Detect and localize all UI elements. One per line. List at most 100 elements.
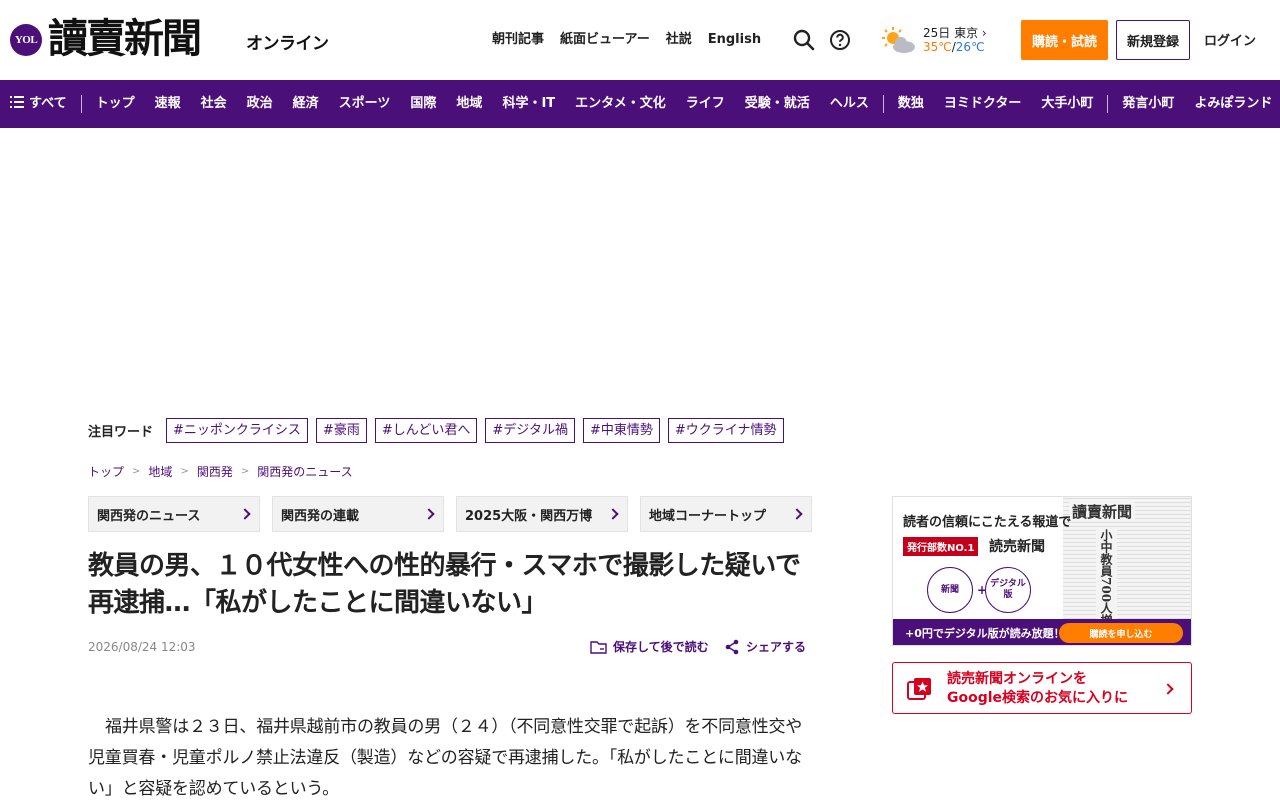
google-favorite-banner[interactable]: 読売新聞オンラインを Google検索のお気に入りに — [892, 662, 1192, 714]
main-nav: すべて トップ 速報 社会 政治 経済 スポーツ 国際 地域 科学・IT エンタ… — [0, 80, 1280, 128]
save-label: 保存して後で読む — [613, 640, 709, 654]
chevron-right-icon — [607, 508, 619, 520]
tag-link[interactable]: #デジタル禍 — [485, 417, 575, 443]
section-tab-expo[interactable]: 2025大阪・関西万博 — [456, 496, 628, 532]
section-tab-label: 関西発のニュース — [97, 508, 201, 524]
tag-link[interactable]: #中東情勢 — [582, 417, 660, 443]
nav-hatsugen-komachi[interactable]: 発言小町 — [1122, 80, 1174, 128]
article-title: 教員の男、１０代女性への性的暴行・スマホで撮影した疑いで再逮捕…「私がしたことに… — [88, 551, 801, 618]
nav-economy[interactable]: 経済 — [293, 80, 319, 128]
yol-logo-badge[interactable]: YOL — [10, 24, 42, 56]
nav-top[interactable]: トップ — [96, 80, 135, 128]
breadcrumb: トップ > 地域 > 関西発 > 関西発のニュース — [88, 463, 353, 480]
link-morning-edition[interactable]: 朝刊記事 — [492, 30, 544, 50]
section-tab-kansai-series[interactable]: 関西発の連載 — [272, 496, 444, 532]
nav-otekomachi[interactable]: 大手小町 — [1041, 80, 1093, 128]
google-favorite-line2: Google検索のお気に入りに — [947, 690, 1129, 706]
weather-low: 26℃ — [955, 40, 985, 54]
ad-paper-title: 讀賣新聞 — [1069, 501, 1136, 522]
ad-cta-button[interactable]: 購読を申し込む — [1059, 623, 1183, 643]
weather-high: 35℃ — [923, 40, 952, 54]
section-tab-label: 2025大阪・関西万博 — [465, 508, 593, 524]
nav-divider — [1107, 95, 1109, 113]
nav-life[interactable]: ライフ — [686, 80, 725, 128]
login-button[interactable]: ログイン — [1204, 30, 1256, 49]
share-label: シェアする — [746, 640, 807, 654]
nav-yomidr[interactable]: ヨミドクター — [944, 80, 1021, 128]
subscription-ad-banner[interactable]: 讀賣新聞 小中教員700人増 読者の信頼にこたえる報道で 発行部数NO.1 読売… — [892, 496, 1192, 646]
google-favorite-line1: 読売新聞オンラインを — [947, 671, 1087, 687]
weather-chevron-icon: › — [981, 26, 987, 40]
nav-society[interactable]: 社会 — [201, 80, 227, 128]
nav-breaking[interactable]: 速報 — [155, 80, 181, 128]
nav-sports[interactable]: スポーツ — [339, 80, 391, 128]
link-english[interactable]: English — [708, 30, 761, 50]
weather-date-city: 25日 東京 — [923, 26, 979, 40]
nav-entertainment[interactable]: エンタメ・文化 — [575, 80, 666, 128]
ad-footer-text: +0円でデジタル版が読み放題！ — [905, 627, 1065, 640]
chevron-right-icon — [791, 508, 803, 520]
ad-badge: 発行部数NO.1 — [903, 537, 979, 556]
chevron-right-icon — [423, 508, 435, 520]
link-editorial[interactable]: 社説 — [666, 30, 692, 50]
section-tab-local-top[interactable]: 地域コーナートップ — [640, 496, 812, 532]
nav-local[interactable]: 地域 — [456, 80, 482, 128]
nav-all[interactable]: すべて — [10, 80, 67, 128]
section-tabs: 関西発のニュース 関西発の連載 2025大阪・関西万博 地域コーナートップ — [88, 496, 812, 532]
nav-science-it[interactable]: 科学・IT — [502, 80, 555, 128]
link-paper-viewer[interactable]: 紙面ビューアー — [560, 30, 650, 50]
site-logo[interactable]: 讀賣新聞 — [48, 16, 202, 62]
google-favorite-text: 読売新聞オンラインを Google検索のお気に入りに — [947, 670, 1128, 708]
nav-international[interactable]: 国際 — [410, 80, 436, 128]
chevron-right-icon: > — [132, 466, 141, 477]
ad-brand: 読売新聞 — [989, 539, 1045, 555]
section-tab-label: 地域コーナートップ — [649, 508, 767, 524]
header-links: 朝刊記事 紙面ビューアー 社説 English — [492, 30, 761, 50]
ad-headline: 読者の信頼にこたえる報道で — [903, 515, 1072, 530]
chevron-right-icon — [1162, 683, 1174, 695]
breadcrumb-kansai[interactable]: 関西発 — [197, 463, 233, 480]
tag-link[interactable]: #しんどい君へ — [374, 417, 478, 443]
nav-sudoku[interactable]: 数独 — [898, 80, 924, 128]
section-tab-kansai-news[interactable]: 関西発のニュース — [88, 496, 260, 532]
register-button[interactable]: 新規登録 — [1116, 20, 1190, 60]
search-icon[interactable] — [792, 28, 816, 52]
help-icon[interactable] — [828, 28, 852, 52]
chevron-right-icon: > — [180, 466, 189, 477]
site-logo-sub[interactable]: オンライン — [246, 29, 329, 54]
nav-all-label: すべて — [29, 96, 67, 111]
article-date: 2026/08/24 12:03 — [88, 640, 196, 654]
chevron-right-icon — [239, 508, 251, 520]
sun-cloud-icon — [882, 27, 915, 53]
tag-link[interactable]: #豪雨 — [315, 417, 367, 443]
article-body: 福井県警は２３日、福井県越前市の教員の男（２４）（不同意性交罪で起訴）を不同意性… — [88, 717, 803, 799]
breadcrumb-local[interactable]: 地域 — [148, 463, 172, 480]
tag-link[interactable]: #ニッポンクライシス — [166, 417, 308, 443]
nav-yomipo-land[interactable]: よみぽランド — [1194, 80, 1272, 128]
tag-link[interactable]: #ウクライナ情勢 — [667, 417, 784, 443]
section-tab-label: 関西発の連載 — [281, 508, 360, 524]
nav-divider — [882, 95, 884, 113]
ad-footer: +0円でデジタル版が読み放題！ 購読を申し込む — [893, 619, 1191, 645]
nav-exam-job[interactable]: 受験・就活 — [745, 80, 810, 128]
favorite-star-icon — [907, 678, 931, 700]
nav-health[interactable]: ヘルス — [830, 80, 869, 128]
breadcrumb-kansai-news[interactable]: 関西発のニュース — [257, 463, 352, 480]
share-button[interactable]: シェアする — [724, 638, 806, 655]
ad-paper-headline: 小中教員700人増 — [1096, 527, 1117, 629]
breadcrumb-top[interactable]: トップ — [88, 463, 124, 480]
weather-widget[interactable]: 25日 東京 › 35℃/26℃ — [880, 24, 990, 58]
menu-icon — [10, 96, 24, 108]
save-for-later-button[interactable]: 保存して後で読む — [590, 638, 709, 655]
chevron-right-icon: > — [240, 466, 250, 477]
share-icon — [725, 639, 739, 654]
subscribe-button[interactable]: 購読・試読 — [1021, 20, 1108, 60]
nav-politics[interactable]: 政治 — [247, 80, 273, 128]
attention-words: 注目ワード #ニッポンクライシス #豪雨 #しんどい君へ #デジタル禍 #中東情… — [88, 417, 792, 443]
attention-label: 注目ワード — [88, 424, 154, 440]
ad-circle-digital: デジタル版 — [985, 567, 1031, 613]
nav-divider — [80, 95, 82, 113]
ad-circle-newspaper: 新聞 — [927, 567, 973, 613]
folder-save-icon — [590, 640, 607, 654]
site-header: YOL 讀賣新聞 オンライン 朝刊記事 紙面ビューアー 社説 English 2… — [0, 0, 1280, 80]
